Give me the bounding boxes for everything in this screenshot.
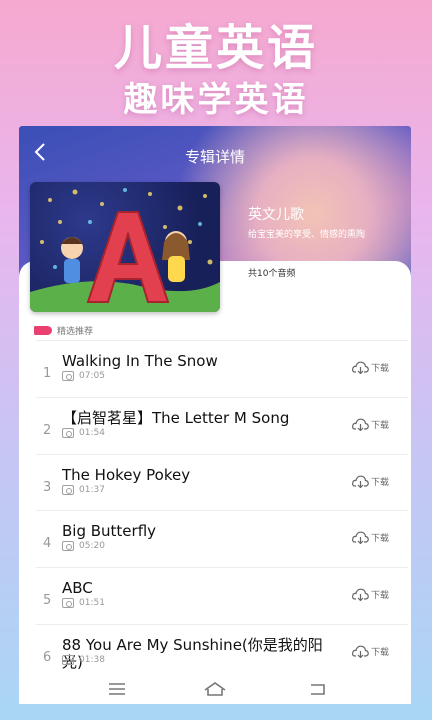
track-meta: 01:38 xyxy=(62,655,105,665)
section-label: 精选推荐 xyxy=(57,326,94,337)
duration-icon xyxy=(62,484,74,495)
track-divider xyxy=(36,567,408,569)
album-cover[interactable] xyxy=(30,182,220,312)
download-button[interactable]: 下载 xyxy=(352,645,389,658)
track-duration: 01:51 xyxy=(79,598,105,609)
section-tag-icon xyxy=(34,325,52,335)
cloud-download-icon xyxy=(352,645,369,658)
cloud-download-icon xyxy=(352,475,369,488)
back-icon[interactable] xyxy=(308,680,328,698)
duration-icon xyxy=(62,598,74,609)
track-number: 5 xyxy=(43,593,52,609)
download-button[interactable]: 下载 xyxy=(352,361,389,374)
track-number: 1 xyxy=(43,366,52,381)
track-duration: 01:38 xyxy=(79,655,105,665)
download-button[interactable]: 下载 xyxy=(352,475,389,488)
phone-screen: 专辑详情 英文儿歌 给宝宝美的享受、情感的熏陶 共10个音频 精选推荐 1 Wa… xyxy=(19,126,411,704)
download-label: 下载 xyxy=(370,591,389,602)
track-number: 2 xyxy=(43,422,52,438)
track-meta: 01:37 xyxy=(62,484,105,495)
system-navigation-bar xyxy=(19,674,411,704)
track-duration: 05:20 xyxy=(79,541,105,552)
track-divider xyxy=(36,453,408,455)
duration-icon xyxy=(62,655,74,665)
track-duration: 01:37 xyxy=(79,484,105,495)
track-title: ABC xyxy=(62,579,93,598)
promo-subtitle: 趣味学英语 xyxy=(123,80,309,120)
track-meta: 01:54 xyxy=(62,427,105,438)
track-divider xyxy=(36,510,408,512)
menu-icon[interactable] xyxy=(107,680,127,698)
section-header: 精选推荐 xyxy=(34,323,93,337)
track-meta: 07:05 xyxy=(62,371,105,381)
track-number: 4 xyxy=(43,536,52,552)
duration-icon xyxy=(62,371,74,381)
track-meta: 01:51 xyxy=(62,598,105,609)
download-label: 下载 xyxy=(370,364,389,374)
duration-icon xyxy=(62,541,74,552)
cloud-download-icon xyxy=(352,588,369,602)
album-name: 英文儿歌 xyxy=(248,207,304,223)
download-label: 下载 xyxy=(370,477,389,488)
track-number: 3 xyxy=(43,479,52,495)
download-label: 下载 xyxy=(370,534,389,545)
download-label: 下载 xyxy=(370,648,389,658)
page-title: 专辑详情 xyxy=(184,148,245,166)
track-count: 共10个音频 xyxy=(248,269,296,279)
track-duration: 01:54 xyxy=(79,427,105,438)
track-divider xyxy=(36,624,408,625)
track-duration: 07:05 xyxy=(79,371,105,381)
track-title: The Hokey Pokey xyxy=(62,465,191,484)
track-meta: 05:20 xyxy=(62,541,105,552)
promo-title: 儿童英语 xyxy=(113,20,318,76)
track-divider xyxy=(36,340,408,341)
cloud-download-icon xyxy=(352,361,369,374)
track-title: Walking In The Snow xyxy=(62,352,218,370)
home-icon[interactable] xyxy=(203,680,226,698)
download-button[interactable]: 下载 xyxy=(352,418,389,431)
track-title: Big Butterfly xyxy=(62,522,157,541)
track-divider xyxy=(36,396,408,398)
cloud-download-icon xyxy=(352,418,369,431)
album-description: 给宝宝美的享受、情感的熏陶 xyxy=(248,230,366,240)
download-label: 下载 xyxy=(370,420,389,431)
cloud-download-icon xyxy=(352,531,369,545)
track-title: 【启智茗星】The Letter M Song xyxy=(62,408,290,427)
download-button[interactable]: 下载 xyxy=(352,588,389,602)
track-title: 88 You Are My Sunshine(你是我的阳光) xyxy=(62,636,323,671)
duration-icon xyxy=(62,427,74,438)
track-number: 6 xyxy=(43,650,52,665)
download-button[interactable]: 下载 xyxy=(352,531,389,545)
